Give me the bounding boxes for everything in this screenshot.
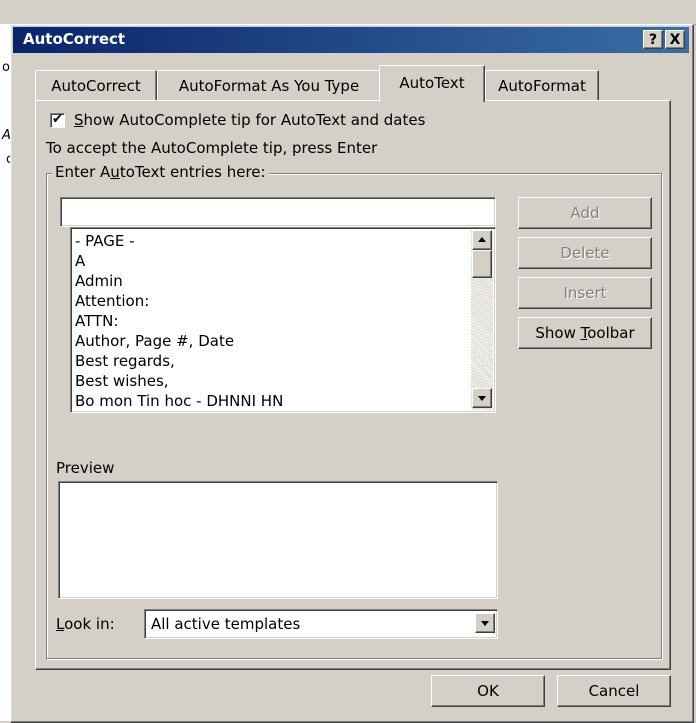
add-button[interactable]: Add <box>518 197 652 229</box>
list-item[interactable]: Bo mon Tin hoc - DHNNI HN <box>75 391 283 411</box>
list-item[interactable]: - PAGE - <box>75 231 135 251</box>
list-item[interactable]: Author, Page #, Date <box>75 331 234 351</box>
list-item[interactable]: Best regards, <box>75 351 175 371</box>
entries-legend: Enter AutoText entries here: <box>52 163 269 181</box>
show-tip-label[interactable]: Show AutoComplete tip for AutoText and d… <box>74 111 425 129</box>
arrow-down-icon <box>478 396 486 401</box>
look-in-value: All active templates <box>151 615 301 633</box>
scroll-thumb[interactable] <box>472 250 492 278</box>
list-scrollbar[interactable] <box>471 230 493 410</box>
list-item[interactable]: Attention: <box>75 291 149 311</box>
list-item[interactable]: A <box>75 251 85 271</box>
autocorrect-dialog: AutoCorrect ? X AutoCorrect AutoFormat A… <box>10 24 694 723</box>
background-toolbar <box>0 0 696 25</box>
show-tip-checkbox[interactable]: ✔ <box>50 113 65 128</box>
look-in-select[interactable]: All active templates <box>144 609 498 639</box>
help-button[interactable]: ? <box>643 30 663 49</box>
tab-autocorrect[interactable]: AutoCorrect <box>35 70 157 100</box>
tab-autoformat-as-you-type[interactable]: AutoFormat As You Type <box>157 70 381 100</box>
autotext-list[interactable]: - PAGE - A Admin Attention: ATTN: Author… <box>70 227 496 413</box>
close-button[interactable]: X <box>665 30 685 49</box>
ok-button[interactable]: OK <box>431 675 545 707</box>
preview-label: Preview <box>56 459 115 477</box>
title-bar[interactable]: AutoCorrect ? X <box>13 27 689 53</box>
tab-autoformat[interactable]: AutoFormat <box>485 70 599 100</box>
list-item[interactable]: ATTN: <box>75 311 118 331</box>
arrow-up-icon <box>478 237 486 242</box>
autotext-entry-input[interactable] <box>60 197 496 227</box>
dialog-title: AutoCorrect <box>23 30 126 48</box>
hint-text: To accept the AutoComplete tip, press En… <box>46 139 378 157</box>
delete-button[interactable]: Delete <box>518 237 652 269</box>
background-char: o <box>2 60 10 75</box>
insert-button[interactable]: Insert <box>518 277 652 309</box>
look-in-label: Look in: <box>56 615 115 633</box>
scroll-down-button[interactable] <box>472 388 492 408</box>
autotext-panel: ✔ Show AutoComplete tip for AutoText and… <box>35 100 671 670</box>
preview-box <box>58 481 498 599</box>
chevron-down-icon <box>481 621 489 626</box>
list-item[interactable]: Admin <box>75 271 123 291</box>
cancel-button[interactable]: Cancel <box>557 675 671 707</box>
show-toolbar-button[interactable]: Show Toolbar <box>518 317 652 349</box>
list-item[interactable]: Best wishes, <box>75 371 169 391</box>
look-in-dropdown-button[interactable] <box>475 613 495 633</box>
tab-autotext[interactable]: AutoText <box>379 65 485 102</box>
scroll-up-button[interactable] <box>472 230 492 250</box>
